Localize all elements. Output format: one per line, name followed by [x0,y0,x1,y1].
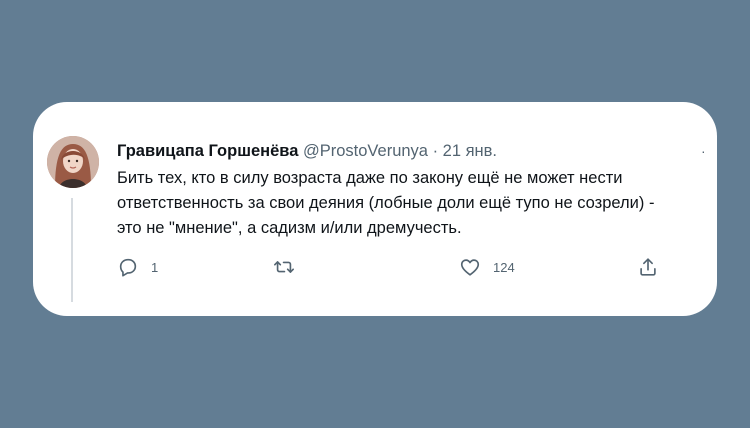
share-button[interactable] [637,256,671,278]
thread-line [71,198,73,302]
tweet-text: Бить тех, кто в силу возраста даже по за… [117,166,717,241]
tweet-text-line: ответственность за свои деяния (лобные д… [117,194,655,212]
heart-icon [459,256,481,278]
action-bar: 1 124 [117,256,656,278]
retweet-button[interactable] [273,256,307,278]
tweet-text-line: Бить тех, кто в силу возраста даже по за… [117,169,623,187]
avatar[interactable] [47,136,99,188]
header-separator: · [432,142,439,160]
reply-button[interactable]: 1 [117,256,158,278]
tweet-date[interactable]: 21 янв. [443,142,497,160]
like-count: 124 [493,259,515,275]
reply-count: 1 [151,259,159,275]
tweet-card: Гравицапа Горшенёва @ProstoVerunya · 21 … [33,102,717,316]
author-name[interactable]: Гравицапа Горшенёва [117,142,298,160]
retweet-icon [273,256,295,278]
author-handle[interactable]: @ProstoVerunya [303,142,428,160]
reply-icon [117,256,139,278]
more-dots-icon[interactable]: · [701,144,708,158]
like-button[interactable]: 124 [459,256,515,278]
tweet-text-line: это не "мнение", а садизм и/или дремучес… [117,219,462,237]
share-icon [637,256,659,278]
tweet-header: Гравицапа Горшенёва @ProstoVerunya · 21 … [117,141,497,161]
